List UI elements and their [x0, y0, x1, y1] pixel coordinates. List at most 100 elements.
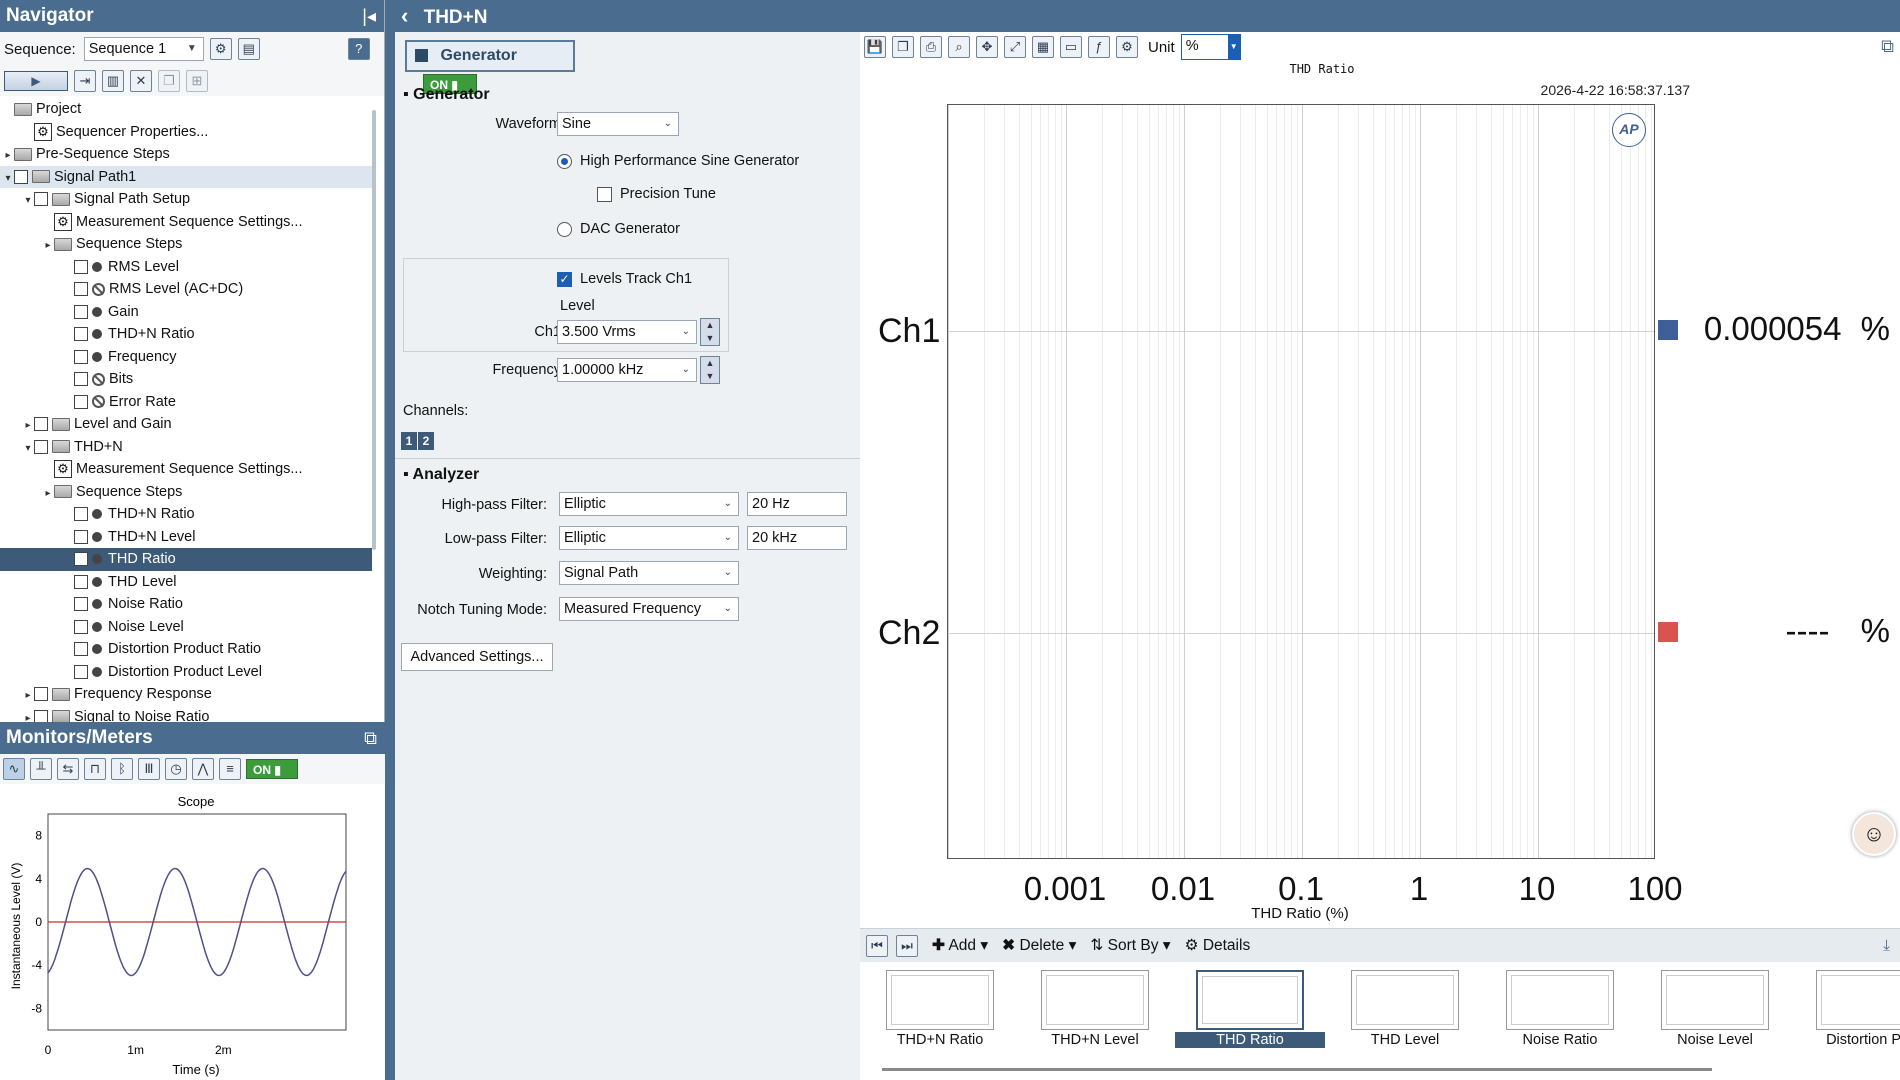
fft-icon[interactable]: ╨ — [30, 758, 52, 780]
function-icon[interactable]: ƒ — [1088, 36, 1110, 58]
save-icon[interactable]: 💾 — [864, 36, 886, 58]
hp-filter-freq-input[interactable]: 20 Hz — [747, 492, 847, 516]
tree-item[interactable]: Error Rate — [0, 391, 372, 414]
graph-popout-icon[interactable]: ⧉ — [1881, 36, 1894, 57]
help-icon[interactable]: ? — [347, 38, 370, 60]
add-step-icon[interactable]: ⇥ — [74, 70, 96, 92]
tree-checkbox[interactable] — [74, 529, 88, 544]
tree-checkbox[interactable] — [34, 192, 48, 207]
zoom-extents-icon[interactable]: ⤢ — [1004, 36, 1026, 58]
tree-checkbox[interactable] — [14, 169, 28, 184]
copy-icon[interactable]: ❐ — [158, 70, 180, 92]
tree-item[interactable]: Noise Ratio — [0, 593, 372, 616]
result-thumbnail-label[interactable]: THD Level — [1330, 1032, 1480, 1048]
tree-checkbox[interactable] — [74, 642, 88, 657]
tree-checkbox[interactable] — [74, 327, 88, 342]
tree-checkbox[interactable] — [34, 687, 48, 702]
result-thumbnail-label[interactable]: THD+N Level — [1020, 1032, 1170, 1048]
notch-select[interactable]: Measured Frequency ⌄ — [559, 597, 739, 621]
result-thumbnail[interactable] — [1661, 970, 1769, 1030]
run-button[interactable]: ▶ — [4, 71, 68, 91]
assistant-avatar[interactable]: ☺ — [1852, 812, 1896, 856]
expand-right-icon[interactable]: ▸ — [42, 235, 54, 258]
tree-checkbox[interactable] — [74, 574, 88, 589]
tree-item[interactable]: ▾ THD+N — [0, 436, 372, 459]
expand-down-icon[interactable]: ▾ — [22, 190, 34, 213]
popout-icon[interactable]: ⧉ — [364, 722, 377, 754]
list-icon[interactable]: ≡ — [219, 758, 241, 780]
tree-checkbox[interactable] — [74, 597, 88, 612]
tree-checkbox[interactable] — [34, 417, 48, 432]
details-button[interactable]: ⚙ Details — [1185, 936, 1251, 955]
expand-right-icon[interactable]: ▸ — [2, 145, 14, 168]
tree-item[interactable]: Noise Level — [0, 616, 372, 639]
tree-item[interactable]: ▸ Sequence Steps — [0, 233, 372, 256]
scope-icon[interactable]: ∿ — [3, 758, 25, 780]
zoom-fit-icon[interactable]: ✥ — [976, 36, 998, 58]
frequency-stepper[interactable]: ▲ ▼ — [700, 356, 720, 384]
sequence-select[interactable]: Sequence 1 ▼ — [83, 37, 204, 61]
table-icon[interactable]: ▦ — [1032, 36, 1054, 58]
sort-button[interactable]: ⇅ Sort By ▾ — [1090, 936, 1170, 955]
tree-checkbox[interactable] — [74, 552, 88, 567]
bluetooth-icon[interactable]: ᛒ — [111, 758, 133, 780]
result-thumbnail[interactable] — [1196, 970, 1304, 1030]
graph-type-icon[interactable]: ▭ — [1060, 36, 1082, 58]
tree-checkbox[interactable] — [74, 664, 88, 679]
expand-down-icon[interactable]: ▾ — [22, 438, 34, 461]
tree-item[interactable]: ▸ Frequency Response — [0, 683, 372, 706]
channel-1-badge[interactable]: 1 — [401, 432, 417, 450]
tree-item[interactable]: Gain — [0, 301, 372, 324]
meters-icon[interactable]: Ⅲ — [138, 758, 160, 780]
tree-item[interactable]: ▸ Pre-Sequence Steps — [0, 143, 372, 166]
expand-right-icon[interactable]: ▸ — [22, 685, 34, 708]
tree-item[interactable]: ▾ Signal Path1 — [0, 165, 372, 191]
tree-checkbox[interactable] — [74, 619, 88, 634]
tree-checkbox[interactable] — [74, 394, 88, 409]
clock-icon[interactable]: ◷ — [165, 758, 187, 780]
tree-item[interactable]: Project — [0, 98, 372, 121]
first-icon[interactable]: ⏮ — [866, 934, 888, 957]
dac-generator-radio[interactable]: DAC Generator — [557, 221, 680, 237]
zoom-icon[interactable]: ⌕ — [948, 36, 970, 58]
result-thumbnail[interactable] — [886, 970, 994, 1030]
monitors-on-toggle[interactable]: ON ▮ — [246, 759, 298, 779]
pin-icon[interactable]: |◂ — [362, 0, 376, 32]
add-measurement-icon[interactable]: ▥ — [102, 70, 124, 92]
weighting-select[interactable]: Signal Path ⌄ — [559, 561, 739, 585]
delete-icon[interactable]: ✕ — [130, 70, 152, 92]
tree-item[interactable]: THD+N Ratio — [0, 503, 372, 526]
expand-down-icon[interactable]: ▾ — [2, 168, 14, 191]
frequency-input[interactable]: 1.00000 kHz ⌄ — [557, 358, 697, 382]
levels-icon[interactable]: ⇆ — [57, 758, 79, 780]
ch1-level-stepper[interactable]: ▲ ▼ — [700, 318, 720, 346]
advanced-settings-button[interactable]: Advanced Settings... — [401, 643, 553, 671]
levels-track-checkbox[interactable]: ✓ Levels Track Ch1 — [557, 271, 692, 287]
expand-right-icon[interactable]: ▸ — [22, 415, 34, 438]
tree-item[interactable]: ⚙ Sequencer Properties... — [0, 121, 372, 144]
tree-item[interactable]: THD+N Level — [0, 526, 372, 549]
collapse-icon[interactable]: ⤓ — [1883, 937, 1890, 955]
tree-item[interactable]: THD+N Ratio — [0, 323, 372, 346]
precision-tune-checkbox[interactable]: Precision Tune — [597, 186, 716, 202]
back-icon[interactable]: ‹ — [401, 3, 408, 28]
tree-item[interactable]: ⚙ Measurement Sequence Settings... — [0, 458, 372, 481]
tree-item[interactable]: Distortion Product Ratio — [0, 638, 372, 661]
tree-checkbox[interactable] — [74, 282, 88, 297]
spectrum-icon[interactable]: ⋀ — [192, 758, 214, 780]
lp-filter-freq-input[interactable]: 20 kHz — [747, 526, 847, 550]
result-thumbnail[interactable] — [1816, 970, 1900, 1030]
lp-filter-select[interactable]: Elliptic ⌄ — [559, 526, 739, 550]
vertical-splitter[interactable] — [385, 0, 395, 1080]
tree-item[interactable]: RMS Level — [0, 256, 372, 279]
result-thumbnail-label[interactable]: THD+N Ratio — [865, 1032, 1015, 1048]
print-icon[interactable]: ⎙ — [920, 36, 942, 58]
pulse-icon[interactable]: ⊓ — [84, 758, 106, 780]
expand-right-icon[interactable]: ▸ — [42, 483, 54, 506]
tree-scrollbar[interactable] — [372, 110, 376, 550]
settings-icon[interactable]: ⚙ — [1116, 36, 1138, 58]
result-thumbnail-label[interactable]: THD Ratio — [1175, 1032, 1325, 1048]
channel-2-badge[interactable]: 2 — [418, 432, 434, 450]
tree-item[interactable]: Distortion Product Level — [0, 661, 372, 684]
tree-item[interactable]: ⚙ Measurement Sequence Settings... — [0, 211, 372, 234]
